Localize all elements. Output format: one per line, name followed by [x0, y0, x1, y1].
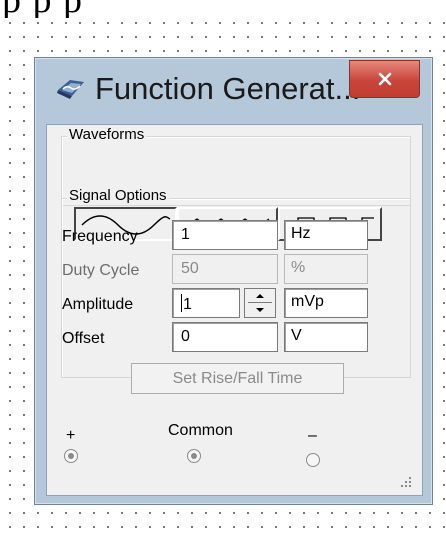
plus-terminal-radio[interactable]: [64, 449, 78, 463]
amplitude-value: 1: [183, 296, 192, 313]
radio-dot: [191, 453, 197, 459]
common-terminal-label: Common: [168, 422, 233, 439]
duty-cycle-field: 50: [172, 254, 278, 284]
window-title: Function Generat...: [95, 71, 361, 106]
minus-terminal-label: –: [308, 427, 317, 444]
offset-unit-field[interactable]: V: [284, 322, 368, 352]
signal-options-label: Signal Options: [67, 187, 169, 204]
offset-label: Offset: [62, 330, 105, 347]
close-icon: [378, 72, 391, 86]
amplitude-spinner[interactable]: [244, 288, 276, 318]
amplitude-field[interactable]: 1: [172, 288, 240, 318]
amplitude-label: Amplitude: [62, 296, 134, 313]
spin-up-icon: [256, 294, 264, 298]
common-terminal-radio[interactable]: [187, 449, 201, 463]
spin-up-button[interactable]: [245, 289, 275, 303]
frequency-unit-field[interactable]: Hz: [284, 220, 368, 250]
offset-field[interactable]: 0: [172, 322, 278, 352]
resize-grip-icon[interactable]: [397, 473, 413, 489]
spin-down-button[interactable]: [245, 303, 275, 317]
close-button[interactable]: [349, 60, 420, 98]
frequency-label: Frequency: [62, 228, 138, 245]
radio-dot: [68, 453, 74, 459]
partial-header-text: p p p: [0, 0, 446, 18]
plus-terminal-label: +: [66, 427, 76, 444]
duty-cycle-unit-field: %: [284, 254, 368, 284]
client-area: Waveforms Signal Options Frequency 1 Hz …: [46, 124, 423, 496]
duty-cycle-label: Duty Cycle: [62, 262, 140, 279]
title-bar[interactable]: Function Generat...: [35, 58, 432, 122]
function-generator-icon: [57, 80, 84, 99]
set-rise-fall-time-button[interactable]: Set Rise/Fall Time: [131, 363, 344, 394]
waveforms-label: Waveforms: [67, 126, 147, 143]
spin-down-icon: [256, 308, 264, 312]
minus-terminal-radio[interactable]: [306, 453, 320, 467]
function-generator-window: Function Generat... Waveforms Signal Opt…: [34, 57, 433, 505]
frequency-field[interactable]: 1: [172, 220, 278, 250]
text-cursor: [181, 294, 182, 312]
amplitude-unit-field[interactable]: mVp: [284, 288, 368, 318]
